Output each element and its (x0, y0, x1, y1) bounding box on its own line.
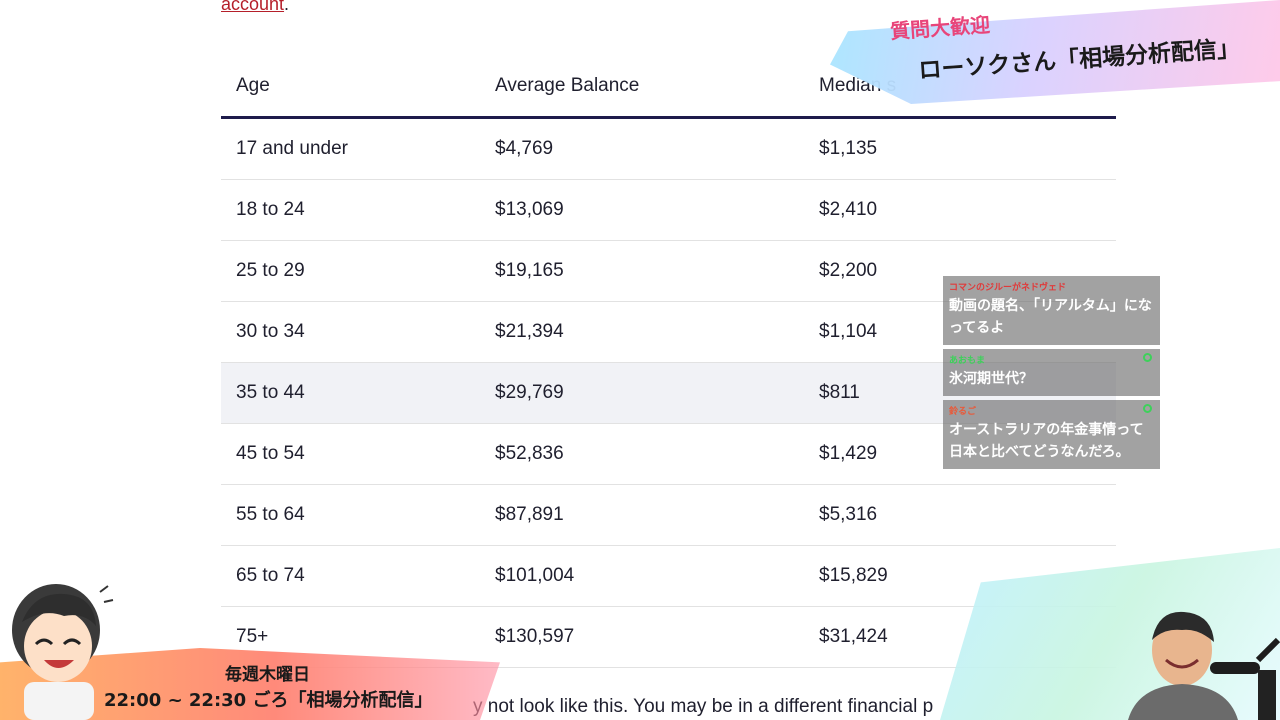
link-suffix: . (284, 0, 290, 14)
illustrated-avatar-icon (12, 584, 114, 720)
member-badge-icon (1143, 404, 1152, 413)
table-row: 17 and under $4,769 $1,135 (221, 117, 1116, 180)
article-link-tail: account. (221, 0, 289, 15)
age-cell: 30 to 34 (221, 301, 480, 363)
chat-author: 鈴るご (949, 407, 977, 417)
age-cell: 17 and under (221, 117, 480, 180)
age-cell: 18 to 24 (221, 179, 480, 241)
age-cell: 65 to 74 (221, 545, 480, 607)
header-average-balance: Average Balance (480, 56, 804, 119)
average-cell: $130,597 (480, 606, 804, 668)
average-cell: $87,891 (480, 484, 804, 546)
average-cell: $21,394 (480, 301, 804, 363)
member-badge-icon (1143, 353, 1152, 362)
chat-message: コマンのジルーがネドヴェド 動画の題名、「リアルタム」になってるよ (943, 276, 1160, 345)
chat-text: 氷河期世代？ (949, 371, 1033, 387)
median-cell: $2,410 (804, 179, 1116, 241)
chat-text: オーストラリアの年金事情って日本と比べてどうなんだろ。 (949, 422, 1144, 460)
table-row: 55 to 64 $87,891 $5,316 (221, 484, 1116, 546)
table-row: 18 to 24 $13,069 $2,410 (221, 179, 1116, 241)
age-cell: 55 to 64 (221, 484, 480, 546)
chat-message: 鈴るご オーストラリアの年金事情って日本と比べてどうなんだろ。 (943, 400, 1160, 469)
account-link[interactable]: account (221, 0, 284, 14)
chat-author: コマンのジルーがネドヴェド (949, 283, 1067, 293)
age-cell: 35 to 44 (221, 362, 480, 424)
average-cell: $4,769 (480, 117, 804, 180)
age-cell: 25 to 29 (221, 240, 480, 302)
chat-author: あおもま (949, 356, 986, 366)
header-age: Age (221, 56, 480, 119)
live-chat-overlay: コマンのジルーがネドヴェド 動画の題名、「リアルタム」になってるよ あおもま 氷… (943, 276, 1160, 473)
median-cell: $5,316 (804, 484, 1116, 546)
chat-text: 動画の題名、「リアルタム」になってるよ (949, 298, 1152, 336)
age-cell: 45 to 54 (221, 423, 480, 485)
chat-message: あおもま 氷河期世代？ (943, 349, 1160, 396)
schedule-time: 22:00 ~ 22:30 ごろ「相場分析配信」 (104, 690, 433, 711)
article-paragraph: y not look like this. You may be in a di… (473, 696, 934, 717)
schedule-day: 毎週木曜日 (225, 665, 310, 685)
webcam-feed (1128, 611, 1280, 720)
average-cell: $19,165 (480, 240, 804, 302)
average-cell: $52,836 (480, 423, 804, 485)
median-cell: $1,135 (804, 117, 1116, 180)
average-cell: $13,069 (480, 179, 804, 241)
average-cell: $101,004 (480, 545, 804, 607)
average-cell: $29,769 (480, 362, 804, 424)
